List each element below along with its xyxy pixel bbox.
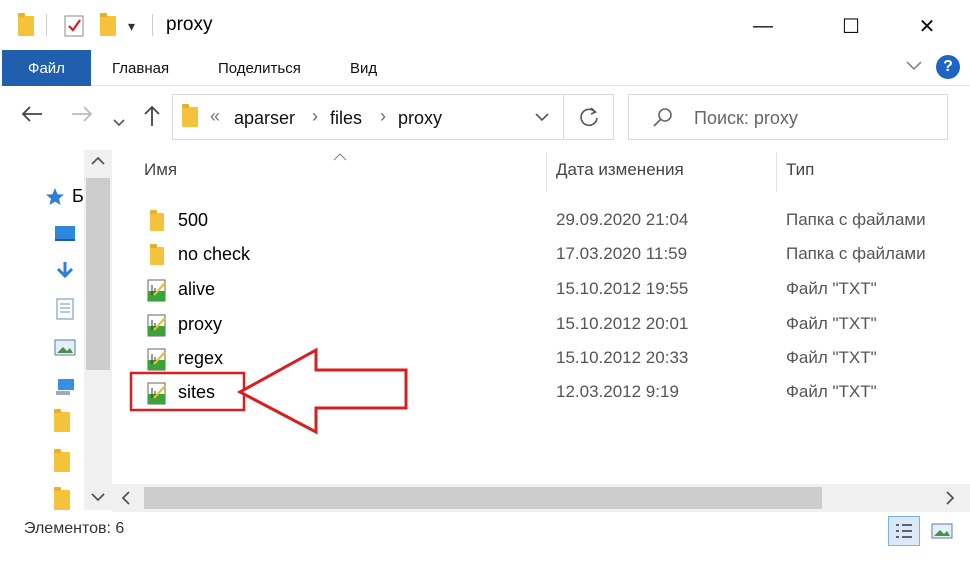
scroll-left-icon[interactable] bbox=[120, 490, 132, 511]
details-view-button[interactable] bbox=[888, 516, 920, 546]
large-icons-view-button[interactable] bbox=[926, 516, 958, 546]
pointer-arrow bbox=[236, 347, 408, 435]
annotation-overlay bbox=[129, 347, 408, 435]
horizontal-scroll-thumb[interactable] bbox=[144, 487, 822, 509]
highlight-box bbox=[129, 371, 246, 412]
status-items-count: Элементов: 6 bbox=[24, 520, 125, 537]
scroll-right-icon[interactable] bbox=[944, 490, 956, 511]
